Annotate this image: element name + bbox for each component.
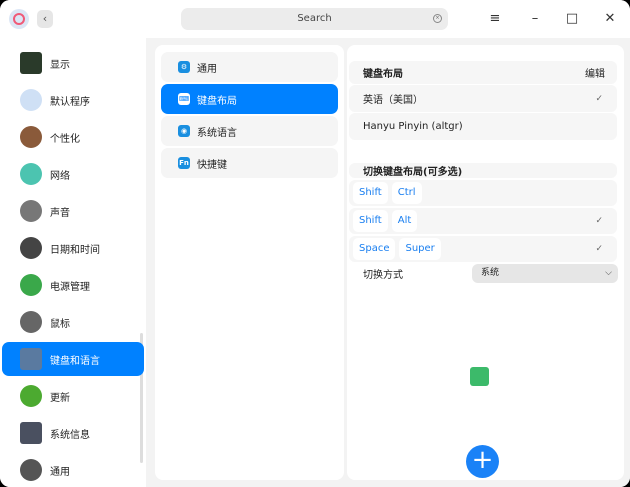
sidebar-item-label: 鼠标 (50, 318, 70, 330)
sidebar-item-label: 通用 (50, 466, 70, 478)
subnav-item[interactable]: ⌨ 键盘布局 (161, 84, 338, 114)
display-icon (20, 52, 42, 74)
sidebar-item-label: 显示 (50, 59, 70, 71)
sidebar-item[interactable]: 系统信息 (2, 416, 144, 450)
update-icon (20, 385, 42, 407)
subnav-item-label: 通用 (197, 63, 217, 75)
mouse-icon (20, 311, 42, 333)
layouts-title: 键盘布局 (363, 69, 403, 80)
system-info-icon (20, 422, 42, 444)
key-badge: Alt (391, 210, 418, 232)
sidebar-item[interactable]: 默认程序 (2, 83, 144, 117)
switch-method-value: 系统 (481, 268, 500, 278)
qr-code (470, 367, 489, 386)
sidebar-item[interactable]: 网络 (2, 157, 144, 191)
back-button[interactable]: ‹ (37, 10, 53, 28)
menu-button[interactable]: ≡ (486, 10, 504, 28)
globe-icon: ◉ (178, 125, 190, 137)
sidebar-item[interactable]: 电源管理 (2, 268, 144, 302)
check-icon: ✓ (595, 93, 603, 104)
sidebar-item[interactable]: 个性化 (2, 120, 144, 154)
app-logo-icon (9, 9, 29, 29)
window: ‹ Search × ≡ – □ ✕ 显示默认程序个性化网络声音日期和时间电源管理… (0, 0, 630, 487)
subnav-item-label: 键盘布局 (197, 95, 237, 107)
sidebar-item-label: 键盘和语言 (50, 355, 100, 367)
sidebar-item[interactable]: 声音 (2, 194, 144, 228)
sidebar-item-label: 网络 (50, 170, 70, 182)
key-badge: Ctrl (391, 182, 422, 204)
layout-item[interactable]: Hanyu Pinyin (altgr) (349, 113, 617, 140)
key-badge: Space (353, 238, 396, 260)
subnav-item[interactable]: ◉ 系统语言 (161, 116, 338, 146)
switch-method-label: 切换方式 (363, 270, 403, 281)
search-input[interactable]: Search × (181, 8, 448, 30)
fn-icon: Fn (178, 157, 190, 169)
search-placeholder: Search (297, 13, 332, 24)
network-icon (20, 163, 42, 185)
keyboard-layout-panel: 键盘布局 编辑 英语（美国） ✓ Hanyu Pinyin (altgr) 切换键盘… (347, 45, 624, 480)
sidebar-item-label: 个性化 (50, 133, 80, 145)
titlebar: ‹ Search × ≡ – □ ✕ (0, 0, 630, 38)
key-badge: Shift (353, 182, 388, 204)
layouts-header: 键盘布局 编辑 (349, 61, 617, 84)
chevron-down-icon: ⌵ (605, 268, 612, 278)
layout-item[interactable]: 英语（美国） ✓ (349, 85, 617, 112)
switch-method-select[interactable]: 系统 ⌵ (472, 264, 618, 283)
switch-combo[interactable]: Shift Ctrl (349, 180, 617, 206)
sidebar-item-label: 声音 (50, 207, 70, 219)
sidebar-item-label: 默认程序 (50, 96, 90, 108)
sidebar-item-label: 系统信息 (50, 429, 90, 441)
switch-title: 切换键盘布局(可多选) (363, 167, 463, 178)
subnav-item[interactable]: ⚙ 通用 (161, 52, 338, 82)
check-icon: ✓ (595, 244, 603, 254)
sidebar-item[interactable]: 键盘和语言 (2, 342, 144, 376)
sidebar-item-label: 电源管理 (50, 281, 90, 293)
sidebar-item[interactable]: 通用 (2, 453, 144, 487)
power-icon (20, 274, 42, 296)
switch-header: 切换键盘布局(可多选) (349, 163, 617, 178)
sidebar-item[interactable]: 更新 (2, 379, 144, 413)
general-icon (20, 459, 42, 481)
sidebar-item[interactable]: 显示 (2, 46, 144, 80)
subnav-item-label: 系统语言 (197, 127, 237, 139)
keyboard-icon (20, 348, 42, 370)
switch-method-row: 切换方式 系统 ⌵ (349, 264, 618, 283)
close-button[interactable]: ✕ (601, 10, 619, 28)
maximize-button[interactable]: □ (563, 10, 581, 28)
sidebar-item[interactable]: 日期和时间 (2, 231, 144, 265)
key-badge: Super (399, 238, 441, 260)
edit-button[interactable]: 编辑 (585, 65, 605, 80)
switch-combo[interactable]: Shift Alt ✓ (349, 208, 617, 234)
switch-combo[interactable]: Space Super ✓ (349, 236, 617, 262)
check-icon: ✓ (595, 216, 603, 226)
default-apps-icon (20, 89, 42, 111)
sidebar-item-label: 更新 (50, 392, 70, 404)
gear-icon: ⚙ (178, 61, 190, 73)
personalization-icon (20, 126, 42, 148)
keyboard-icon: ⌨ (178, 93, 190, 105)
subnav-item-label: 快捷键 (197, 159, 227, 171)
minimize-button[interactable]: – (526, 10, 544, 28)
clear-icon[interactable]: × (433, 14, 442, 23)
layout-label: 英语（美国） (363, 95, 423, 106)
sound-icon (20, 200, 42, 222)
key-badge: Shift (353, 210, 388, 232)
sidebar-item-label: 日期和时间 (50, 244, 100, 256)
sub-navigation: ⚙ 通用 ⌨ 键盘布局 ◉ 系统语言 Fn 快捷键 (155, 45, 344, 480)
layout-label: Hanyu Pinyin (altgr) (363, 121, 463, 132)
add-layout-button[interactable]: + (466, 445, 499, 478)
sidebar-item[interactable]: 鼠标 (2, 305, 144, 339)
sidebar: 显示默认程序个性化网络声音日期和时间电源管理鼠标键盘和语言更新系统信息通用 (0, 38, 146, 487)
subnav-item[interactable]: Fn 快捷键 (161, 148, 338, 178)
clock-icon (20, 237, 42, 259)
